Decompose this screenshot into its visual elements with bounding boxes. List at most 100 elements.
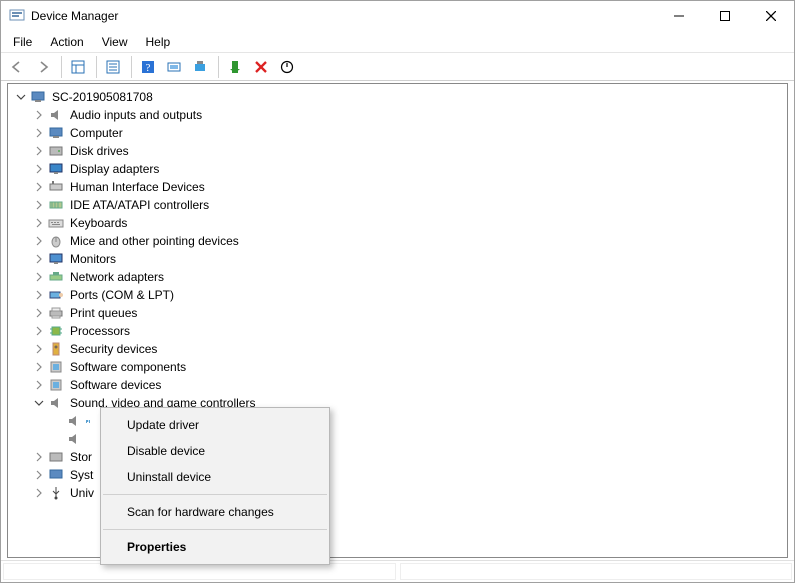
toolbar-separator [131, 56, 132, 78]
tree-item[interactable]: Disk drives [12, 142, 787, 160]
minimize-button[interactable] [656, 1, 702, 31]
spacer [50, 432, 64, 446]
disable-device-button[interactable] [275, 55, 299, 79]
help-button[interactable]: ? [136, 55, 160, 79]
ide-icon [48, 197, 64, 213]
ctx-update-driver[interactable]: Update driver [101, 412, 329, 438]
chevron-right-icon[interactable] [32, 252, 46, 266]
maximize-button[interactable] [702, 1, 748, 31]
tree-item[interactable]: IDE ATA/ATAPI controllers [12, 196, 787, 214]
toolbar-separator [61, 56, 62, 78]
tree-item[interactable]: Monitors [12, 250, 787, 268]
tree-item[interactable]: Network adapters [12, 268, 787, 286]
chevron-right-icon[interactable] [32, 270, 46, 284]
status-panel [400, 563, 793, 580]
chevron-right-icon[interactable] [32, 468, 46, 482]
menu-view[interactable]: View [94, 33, 136, 51]
ctx-disable-device[interactable]: Disable device [101, 438, 329, 464]
tree-item[interactable]: Audio inputs and outputs [12, 106, 787, 124]
system-icon [48, 467, 64, 483]
tree-item-label: Keyboards [68, 216, 129, 230]
network-icon [48, 269, 64, 285]
window-controls [656, 1, 794, 31]
ports-icon [48, 287, 64, 303]
show-hide-tree-button[interactable] [66, 55, 90, 79]
display-icon [48, 161, 64, 177]
chevron-right-icon[interactable] [32, 216, 46, 230]
window-title: Device Manager [31, 9, 656, 23]
spacer [50, 414, 64, 428]
chevron-right-icon[interactable] [32, 234, 46, 248]
chevron-right-icon[interactable] [32, 342, 46, 356]
chevron-right-icon[interactable] [32, 180, 46, 194]
ctx-properties[interactable]: Properties [101, 534, 329, 560]
menu-action[interactable]: Action [42, 33, 91, 51]
close-button[interactable] [748, 1, 794, 31]
tree-item[interactable]: Human Interface Devices [12, 178, 787, 196]
chevron-right-icon[interactable] [32, 288, 46, 302]
tree-item[interactable]: Software devices [12, 376, 787, 394]
tree-item-label: Software components [68, 360, 188, 374]
tree-item-label: Univ [68, 486, 96, 500]
audio-icon [48, 395, 64, 411]
tree-item[interactable]: Software components [12, 358, 787, 376]
context-menu-separator [103, 494, 327, 495]
chevron-right-icon[interactable] [32, 486, 46, 500]
computer-icon [48, 125, 64, 141]
tree-item[interactable]: Ports (COM & LPT) [12, 286, 787, 304]
tree-item[interactable]: Keyboards [12, 214, 787, 232]
uninstall-device-button[interactable] [249, 55, 273, 79]
tree-item-label: Mice and other pointing devices [68, 234, 241, 248]
tree-item[interactable]: Computer [12, 124, 787, 142]
tree-root[interactable]: SC-201905081708 [12, 88, 787, 106]
scan-hardware-button[interactable] [162, 55, 186, 79]
software-icon [48, 377, 64, 393]
chevron-down-icon[interactable] [32, 396, 46, 410]
usb-icon [48, 485, 64, 501]
properties-button[interactable] [101, 55, 125, 79]
tree-item[interactable]: Security devices [12, 340, 787, 358]
tree-item-label: Stor [68, 450, 94, 464]
titlebar: Device Manager [1, 1, 794, 31]
chevron-right-icon[interactable] [32, 324, 46, 338]
chevron-down-icon[interactable] [14, 90, 28, 104]
context-menu: Update driver Disable device Uninstall d… [100, 407, 330, 565]
tree-root-label: SC-201905081708 [50, 90, 155, 104]
chevron-right-icon[interactable] [32, 198, 46, 212]
chevron-right-icon[interactable] [32, 108, 46, 122]
tree-item[interactable]: Display adapters [12, 160, 787, 178]
back-button[interactable] [5, 55, 29, 79]
menu-file[interactable]: File [5, 33, 40, 51]
chevron-right-icon[interactable] [32, 144, 46, 158]
chevron-right-icon[interactable] [32, 162, 46, 176]
audio-icon [48, 107, 64, 123]
svg-text:?: ? [146, 62, 151, 74]
hid-icon [48, 179, 64, 195]
chevron-right-icon[interactable] [32, 450, 46, 464]
audio-device-icon [66, 431, 82, 447]
tree-item-label: Network adapters [68, 270, 166, 284]
tree-item[interactable]: Print queues [12, 304, 787, 322]
tree-item-label: Disk drives [68, 144, 131, 158]
update-driver-button[interactable] [188, 55, 212, 79]
tree-item-label: Monitors [68, 252, 118, 266]
tree-item-label: Syst [68, 468, 95, 482]
forward-button[interactable] [31, 55, 55, 79]
tree-item-label: Processors [68, 324, 132, 338]
menu-help[interactable]: Help [138, 33, 179, 51]
tree-item-label: Human Interface Devices [68, 180, 207, 194]
tree-item[interactable]: Processors [12, 322, 787, 340]
enable-device-button[interactable] [223, 55, 247, 79]
monitor-icon [48, 251, 64, 267]
chevron-right-icon[interactable] [32, 306, 46, 320]
chevron-right-icon[interactable] [32, 360, 46, 374]
tree-item-label: Audio inputs and outputs [68, 108, 204, 122]
computer-icon [30, 89, 46, 105]
tree-item[interactable]: Mice and other pointing devices [12, 232, 787, 250]
ctx-scan-hardware[interactable]: Scan for hardware changes [101, 499, 329, 525]
tree-item-label: Print queues [68, 306, 139, 320]
chevron-right-icon[interactable] [32, 126, 46, 140]
tree-item-label: Computer [68, 126, 125, 140]
ctx-uninstall-device[interactable]: Uninstall device [101, 464, 329, 490]
chevron-right-icon[interactable] [32, 378, 46, 392]
